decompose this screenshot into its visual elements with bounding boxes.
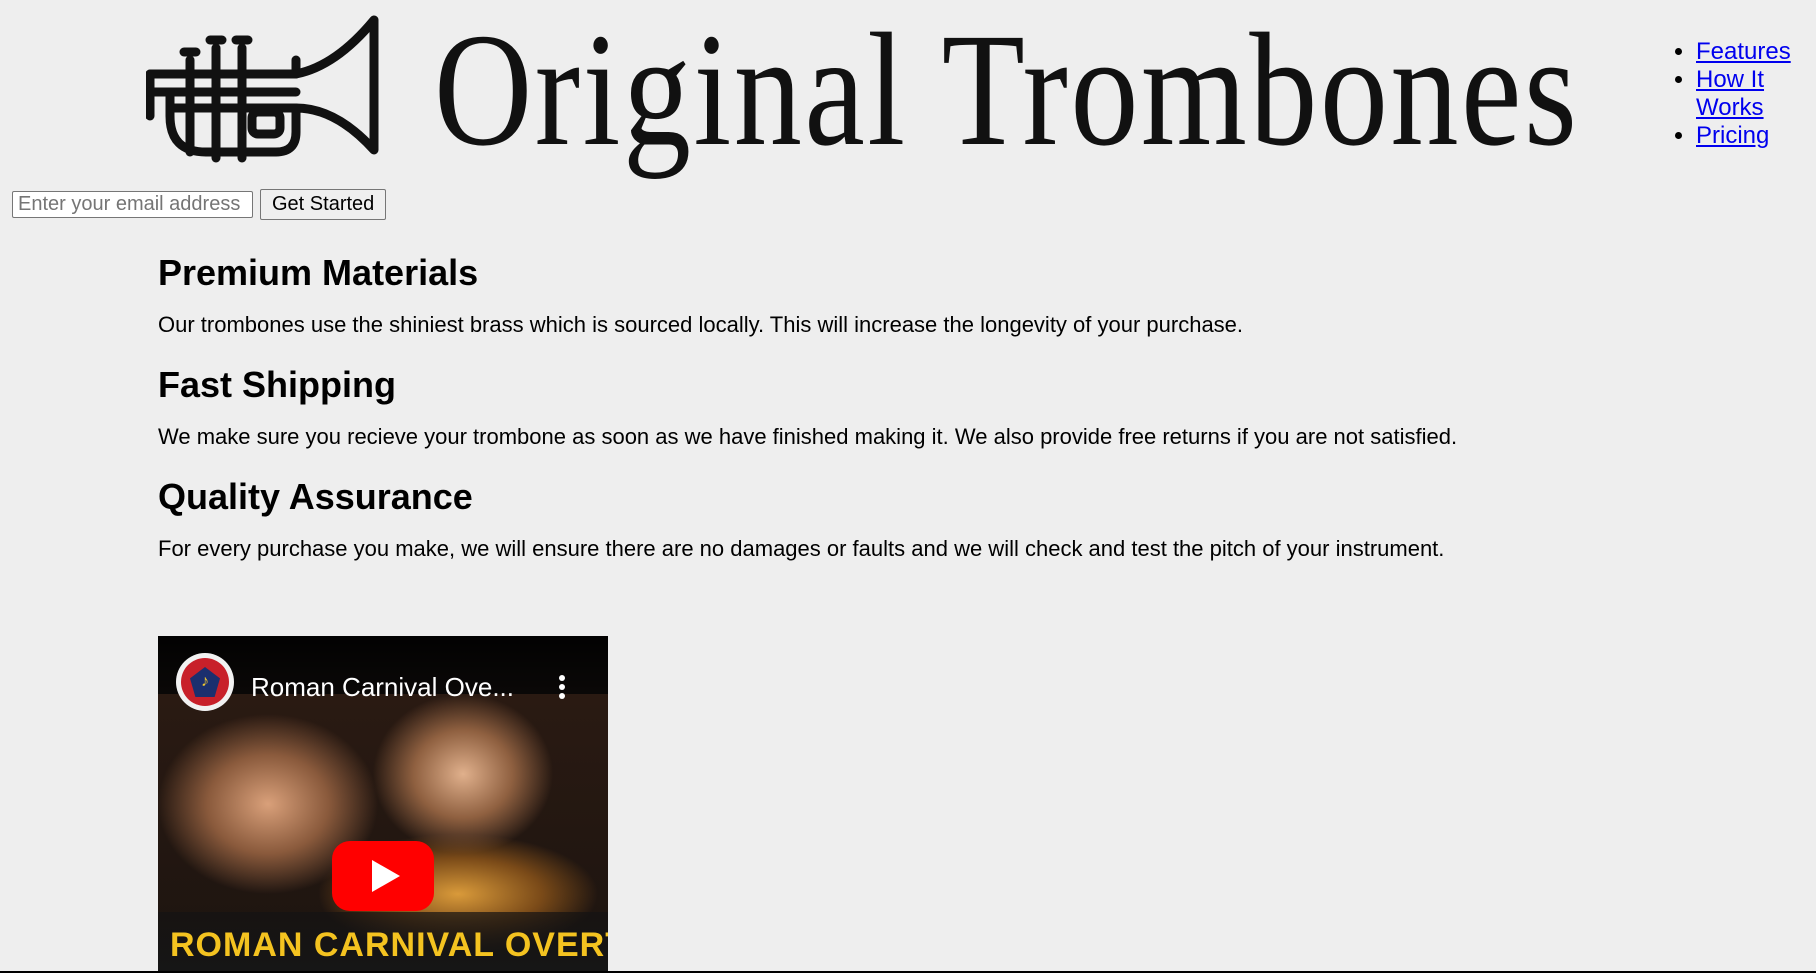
video-embed[interactable]: ♪ Roman Carnival Ove... ROMAN CARNIVAL O… — [158, 636, 608, 973]
nav-list: Features How It Works Pricing — [1662, 38, 1812, 150]
features-section: Premium Materials Our trombones use the … — [158, 248, 1608, 584]
main-nav: Features How It Works Pricing — [1662, 38, 1812, 150]
logo: Original Trombones — [146, 10, 1626, 172]
nav-link-pricing[interactable]: Pricing — [1696, 122, 1769, 149]
lyre-icon: ♪ — [190, 667, 220, 697]
get-started-button[interactable]: Get Started — [260, 189, 387, 220]
nav-item-features: Features — [1696, 38, 1812, 66]
feature-fast-shipping: Fast Shipping We make sure you recieve y… — [158, 360, 1608, 452]
play-button[interactable] — [332, 841, 434, 911]
nav-item-how-it-works: How It Works — [1696, 66, 1812, 122]
feature-title: Premium Materials — [158, 252, 479, 293]
feature-description: For every purchase you make, we will ens… — [158, 536, 1445, 561]
nav-link-how-it-works[interactable]: How It Works — [1696, 66, 1764, 121]
email-field[interactable] — [12, 191, 253, 218]
feature-description: We make sure you recieve your trombone a… — [158, 424, 1458, 449]
channel-avatar-icon[interactable]: ♪ — [176, 653, 234, 711]
feature-title: Quality Assurance — [158, 476, 473, 517]
video-banner-text: ROMAN CARNIVAL OVERT — [170, 926, 608, 964]
video-banner: ROMAN CARNIVAL OVERT — [158, 912, 608, 973]
signup-form: Get Started — [12, 189, 387, 220]
trumpet-icon — [146, 15, 379, 163]
channel-emblem-ring: ♪ — [181, 658, 229, 706]
feature-quality-assurance: Quality Assurance For every purchase you… — [158, 472, 1608, 564]
play-icon — [372, 860, 400, 892]
video-title[interactable]: Roman Carnival Ove... — [251, 672, 521, 703]
more-options-icon[interactable] — [550, 672, 574, 704]
nav-item-pricing: Pricing — [1696, 122, 1812, 150]
feature-premium-materials: Premium Materials Our trombones use the … — [158, 248, 1608, 340]
logo-text: Original Trombones — [434, 1, 1580, 180]
nav-link-features[interactable]: Features — [1696, 38, 1791, 65]
feature-title: Fast Shipping — [158, 364, 396, 405]
feature-description: Our trombones use the shiniest brass whi… — [158, 312, 1244, 337]
